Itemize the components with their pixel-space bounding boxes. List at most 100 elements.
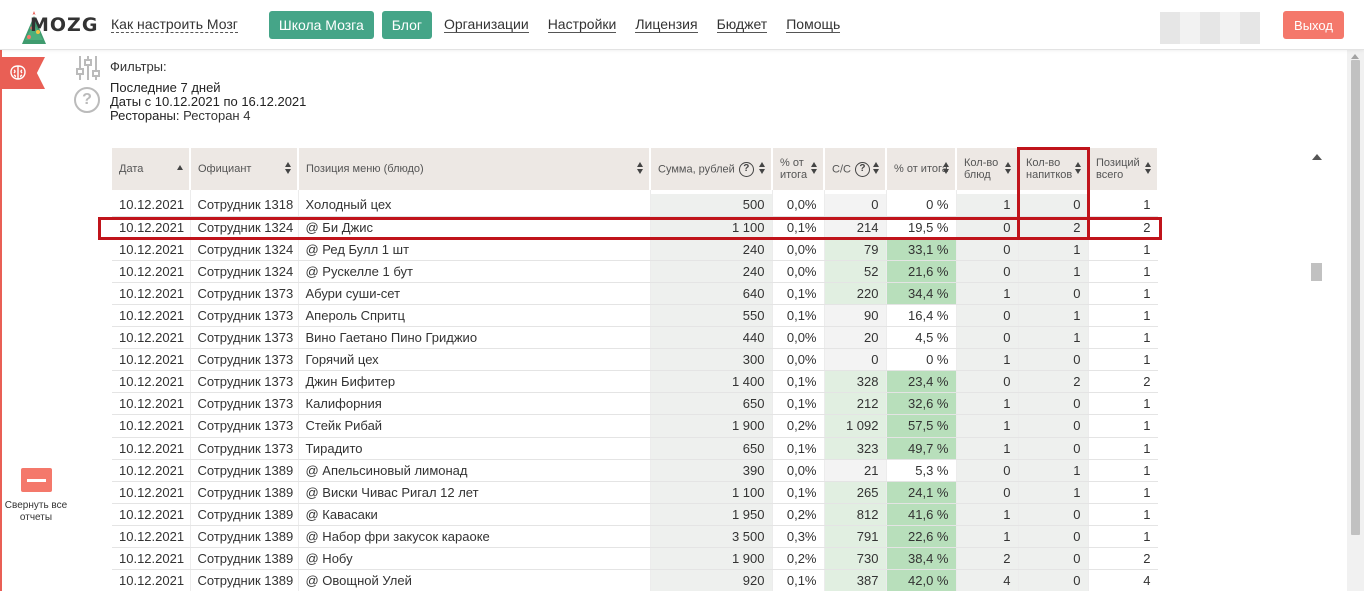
sort-icon[interactable] — [943, 162, 950, 174]
table-cell: 0,3% — [772, 525, 825, 549]
table-row[interactable]: 10.12.2021 Сотрудник 1373 Вино Гаетано Пин… — [112, 326, 1158, 350]
logo[interactable]: MOZG — [18, 8, 97, 44]
column-header-6[interactable]: % от итога — [886, 148, 957, 190]
collapse-all-label[interactable]: Свернуть все отчеты — [3, 500, 69, 524]
logout-button[interactable]: Выход — [1283, 11, 1344, 39]
table-cell: 1 — [1088, 437, 1158, 460]
table-cell: Сотрудник 1389 — [190, 481, 299, 504]
column-header-3[interactable]: Сумма, рублей? — [650, 148, 773, 190]
column-header-4[interactable]: % от итога — [772, 148, 825, 190]
table-cell: 41,6 % — [886, 503, 957, 526]
nav-organizations[interactable]: Организации — [444, 17, 529, 33]
table-cell: 79 — [824, 238, 887, 261]
table-row[interactable]: 10.12.2021 Сотрудник 1324 @ Рускелле 1 бут… — [112, 260, 1158, 283]
column-header-0[interactable]: Дата — [112, 148, 191, 190]
table-row[interactable]: 10.12.2021 Сотрудник 1389 @ Нобу 1 900 0,2% 7… — [112, 547, 1158, 571]
page-scrollbar[interactable] — [1347, 50, 1364, 591]
nav-budget[interactable]: Бюджет — [716, 17, 768, 33]
sort-icon[interactable] — [811, 162, 818, 174]
table-row[interactable]: 10.12.2021 Сотрудник 1373 Стейк Рибай 1 900… — [112, 414, 1158, 438]
table-cell: Сотрудник 1324 — [190, 216, 299, 239]
table-row[interactable]: 10.12.2021 Сотрудник 1389 @ Набор фри заку… — [112, 525, 1158, 549]
table-row[interactable]: 10.12.2021 Сотрудник 1324 @ Ред Булл 1 шт 2… — [112, 238, 1158, 261]
sort-icon[interactable] — [637, 162, 644, 174]
nav-help[interactable]: Помощь — [786, 17, 841, 33]
column-header-2[interactable]: Позиция меню (блюдо) — [298, 148, 651, 190]
table-cell: 240 — [650, 238, 773, 261]
table-cell: 0,1% — [772, 481, 825, 504]
table-cell: 42,0 % — [886, 569, 957, 591]
table-cell: 323 — [824, 437, 887, 460]
page-scroll-up-icon[interactable] — [1351, 54, 1359, 59]
table-cell: Сотрудник 1373 — [190, 392, 299, 416]
sort-icon[interactable] — [1145, 162, 1152, 174]
table-scrollbar-thumb[interactable] — [1311, 263, 1322, 281]
table-row[interactable]: 10.12.2021 Сотрудник 1373 Тирадито 650 0,1% 3… — [112, 437, 1158, 460]
page-scrollbar-thumb[interactable] — [1351, 60, 1360, 535]
table-row[interactable]: 10.12.2021 Сотрудник 1318 Холодный цех 500 0… — [112, 194, 1158, 217]
table-cell: 390 — [650, 459, 773, 482]
sort-icon[interactable] — [1005, 162, 1012, 174]
table-cell: 5,3 % — [886, 459, 957, 482]
table-row[interactable]: 10.12.2021 Сотрудник 1373 Калифорния 650 0,1… — [112, 392, 1158, 416]
table-row[interactable]: 10.12.2021 Сотрудник 1373 Абури суши-сет 64… — [112, 282, 1158, 305]
table-cell: 1 — [1018, 238, 1089, 261]
sort-icon[interactable] — [759, 162, 766, 174]
school-button[interactable]: Школа Мозга — [268, 11, 374, 39]
table-cell: 0 — [956, 370, 1019, 394]
table-row[interactable]: 10.12.2021 Сотрудник 1373 Джин Бифитер 1 40… — [112, 370, 1158, 394]
table-cell: 2 — [1088, 370, 1158, 394]
sort-asc-icon[interactable] — [177, 165, 184, 177]
column-header-5[interactable]: С/С? — [824, 148, 887, 190]
table-row[interactable]: 10.12.2021 Сотрудник 1373 Апероль Спритц 55… — [112, 304, 1158, 328]
collapse-all-button[interactable] — [21, 468, 52, 492]
nav-license[interactable]: Лицензия — [635, 17, 698, 33]
table-cell: 34,4 % — [886, 282, 957, 305]
table-row[interactable]: 10.12.2021 Сотрудник 1389 @ Виски Чивас Ри… — [112, 481, 1158, 504]
table-cell: 240 — [650, 260, 773, 283]
table-cell: 1 — [956, 392, 1019, 416]
reports-tab[interactable] — [0, 57, 45, 89]
table-row[interactable]: 10.12.2021 Сотрудник 1373 Горячий цех 300 0,… — [112, 348, 1158, 372]
help-icon[interactable]: ? — [74, 87, 100, 113]
blog-button[interactable]: Блог — [381, 11, 432, 39]
column-header-label: Позиций всего — [1096, 157, 1140, 181]
scroll-up-arrow-icon[interactable] — [1312, 154, 1322, 160]
table-cell: 0,0% — [772, 326, 825, 350]
table-row[interactable]: 10.12.2021 Сотрудник 1389 @ Овощной Улей 92… — [112, 569, 1158, 591]
filter-restaurants-label: Рестораны: — [110, 108, 180, 123]
table-scrollbar[interactable] — [1308, 150, 1325, 591]
sort-icon[interactable] — [285, 162, 292, 174]
question-icon[interactable]: ? — [738, 161, 754, 177]
column-header-8[interactable]: Кол-во напитков — [1018, 148, 1089, 190]
column-header-7[interactable]: Кол-во блюд — [956, 148, 1019, 190]
user-account[interactable] — [1160, 12, 1260, 44]
table-row[interactable]: 10.12.2021 Сотрудник 1389 @ Апельсиновый л… — [112, 459, 1158, 482]
table-cell: 10.12.2021 — [112, 348, 191, 372]
sort-icon[interactable] — [1075, 162, 1082, 174]
table-cell: 1 — [1088, 348, 1158, 372]
table-cell: 791 — [824, 525, 887, 549]
table-row[interactable]: 10.12.2021 Сотрудник 1389 @ Кавасаки 1 950 0… — [112, 503, 1158, 526]
nav-settings[interactable]: Настройки — [547, 17, 617, 33]
table-row-highlighted[interactable]: 10.12.2021 Сотрудник 1324 @ Би Джис 1 100 0,… — [112, 216, 1158, 239]
table-cell: Сотрудник 1373 — [190, 370, 299, 394]
filter-sliders-icon[interactable] — [74, 54, 102, 82]
table-cell: 52 — [824, 260, 887, 283]
question-icon[interactable]: ? — [854, 161, 870, 177]
report-table-container: Дата Официант Позиция меню (блюдо) Сумма, р… — [112, 148, 1158, 591]
table-cell: 10.12.2021 — [112, 481, 191, 504]
nav-how-to-setup[interactable]: Как настроить Мозг — [111, 17, 238, 33]
table-cell: 0 — [1018, 569, 1089, 591]
sort-icon[interactable] — [873, 162, 880, 174]
column-header-1[interactable]: Официант — [190, 148, 299, 190]
table-cell: Сотрудник 1389 — [190, 503, 299, 526]
table-cell: 2 — [956, 547, 1019, 571]
column-header-9[interactable]: Позиций всего — [1088, 148, 1158, 190]
table-cell: 24,1 % — [886, 481, 957, 504]
table-cell: 10.12.2021 — [112, 370, 191, 394]
table-cell: 0 — [824, 194, 887, 217]
table-cell: 220 — [824, 282, 887, 305]
table-cell: Сотрудник 1318 — [190, 194, 299, 217]
table-cell: 300 — [650, 348, 773, 372]
